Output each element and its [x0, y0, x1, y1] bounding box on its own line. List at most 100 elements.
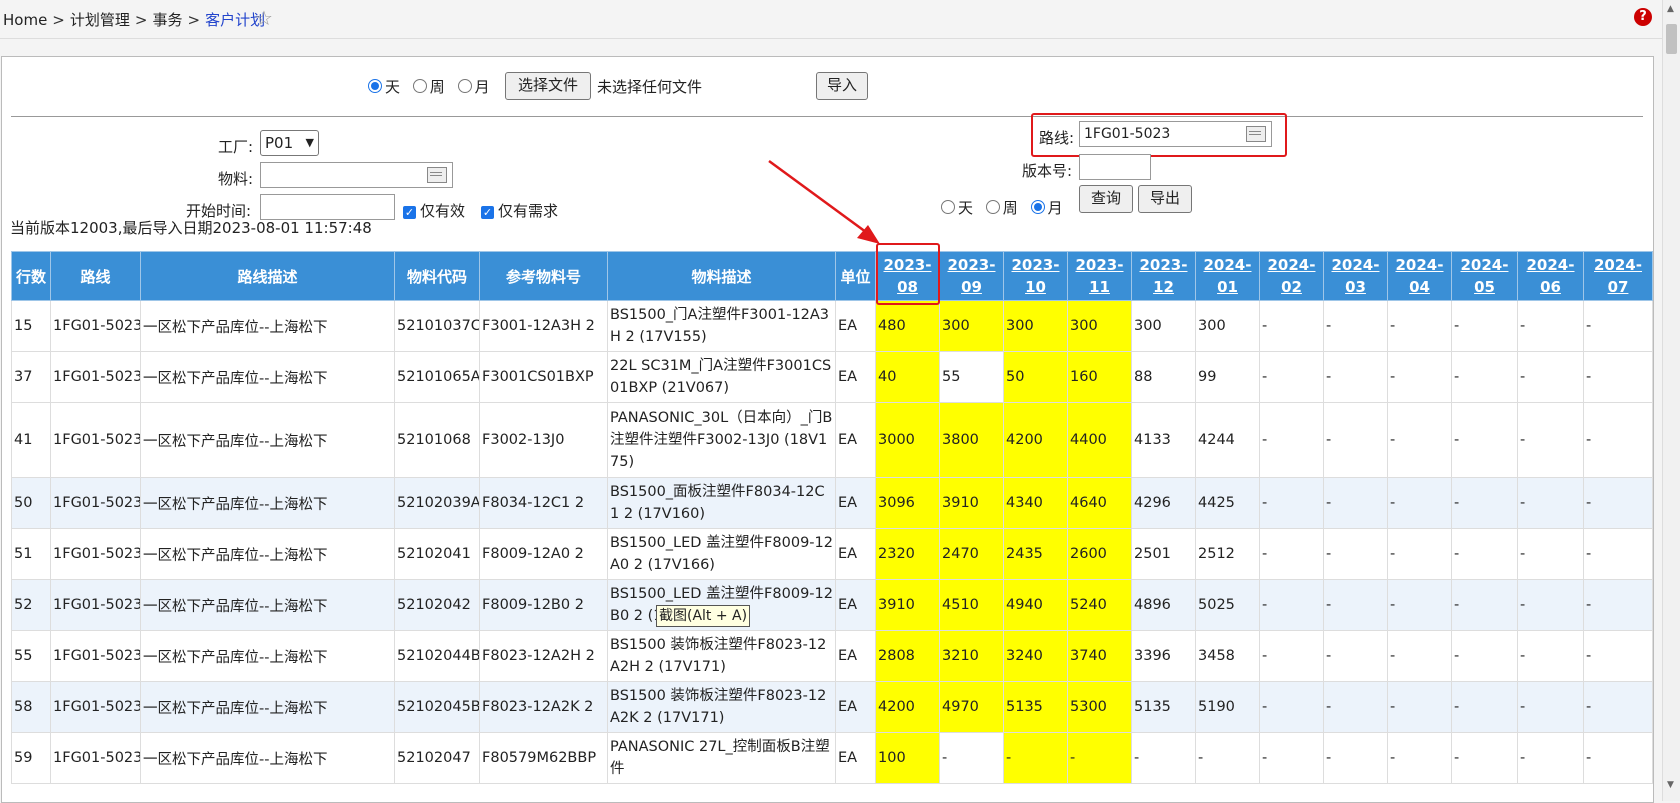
breadcrumb-transactions[interactable]: 事务 — [152, 11, 182, 29]
factory-label: 工厂: — [218, 138, 254, 156]
cell-month-value: 300 — [1067, 300, 1132, 352]
month-sort-link[interactable]: 2024- 02 — [1262, 254, 1321, 298]
month-highlight-box — [876, 243, 940, 305]
lookup-icon[interactable] — [427, 167, 447, 183]
factory-select[interactable]: P01 ▼ — [260, 130, 319, 156]
route-input[interactable]: 1FG01-5023 — [1079, 121, 1272, 147]
table-row[interactable]: 37 1FG01-5023 一区松下产品库位--上海松下 52101065A F3001… — [11, 351, 1653, 403]
month-column-header[interactable]: 2024- 06 — [1517, 251, 1584, 301]
no-file-label: 未选择任何文件 — [597, 78, 703, 96]
choose-file-button[interactable]: 选择文件 — [505, 72, 591, 100]
cell-month-value: - — [1451, 732, 1518, 784]
cell-route: 1FG01-5023 — [50, 300, 141, 352]
cell-ref: F8023-12A2H 2 — [479, 630, 608, 682]
cell-month-value: - — [1067, 732, 1132, 784]
query-button[interactable]: 查询 — [1079, 185, 1133, 213]
month-column-header[interactable]: 2024- 05 — [1451, 251, 1518, 301]
cell-month-value: - — [1259, 681, 1324, 733]
table-row[interactable]: 15 1FG01-5023 一区松下产品库位--上海松下 52101037C F3001… — [11, 300, 1653, 352]
cell-month-value: 5300 — [1067, 681, 1132, 733]
import-radio-week[interactable]: 周 — [412, 78, 445, 96]
month-column-header[interactable]: 2024- 04 — [1387, 251, 1452, 301]
cell-code: 52101068 — [394, 402, 480, 478]
cell-code: 52102041 — [394, 528, 480, 580]
cell-desc: 22L SC31M_门A注塑件F3001CS01BXP (21V067) — [607, 351, 836, 403]
table-row[interactable]: 51 1FG01-5023 一区松下产品库位--上海松下 52102041 F8009-… — [11, 528, 1653, 580]
export-button[interactable]: 导出 — [1138, 185, 1192, 213]
table-row[interactable]: 58 1FG01-5023 一区松下产品库位--上海松下 52102045B F8023… — [11, 681, 1653, 733]
month-sort-link[interactable]: 2024-07 — [1586, 254, 1650, 298]
page-scrollbar[interactable]: ▲ ▼ — [1662, 0, 1680, 801]
table-row[interactable]: 41 1FG01-5023 一区松下产品库位--上海松下 52101068 F3002-… — [11, 402, 1653, 478]
scroll-down-icon[interactable]: ▼ — [1667, 780, 1674, 790]
table-row[interactable]: 59 1FG01-5023 一区松下产品库位--上海松下 52102047 F80579… — [11, 732, 1653, 784]
cell-route-desc: 一区松下产品库位--上海松下 — [140, 477, 395, 529]
month-column-header[interactable]: 2024- 03 — [1323, 251, 1388, 301]
cell-unit: EA — [835, 528, 876, 580]
table-row[interactable]: 55 1FG01-5023 一区松下产品库位--上海松下 52102044B F8023… — [11, 630, 1653, 682]
cell-month-value: 5135 — [1003, 681, 1068, 733]
cell-month-value: - — [1451, 528, 1518, 580]
cell-month-value: 5240 — [1067, 579, 1132, 631]
material-label: 物料: — [218, 170, 254, 188]
demand-only-checkbox[interactable]: ✓ 仅有需求 — [481, 200, 558, 221]
import-button[interactable]: 导入 — [816, 72, 868, 100]
cell-unit: EA — [835, 351, 876, 403]
column-header: 路线 — [50, 251, 141, 301]
month-sort-link[interactable]: 2023- 09 — [942, 254, 1001, 298]
table-row[interactable]: 50 1FG01-5023 一区松下产品库位--上海松下 52102039A F8034… — [11, 477, 1653, 529]
month-sort-link[interactable]: 2024- 04 — [1390, 254, 1449, 298]
cell-desc: BS1500_门A注塑件F3001-12A3H 2 (17V155) — [607, 300, 836, 352]
table-row[interactable]: 52 1FG01-5023 一区松下产品库位--上海松下 52102042 F8009-… — [11, 579, 1653, 631]
plan-table: 行数 路线 路线描述 物料代码 参考物料号 物料描述 单位 2023- 08 2023- 09 202… — [11, 251, 1653, 784]
month-column-header[interactable]: 2024- 02 — [1259, 251, 1324, 301]
favorite-star-icon[interactable]: ☆ — [255, 6, 273, 30]
valid-only-checkbox[interactable]: ✓ 仅有效 — [403, 200, 465, 221]
import-radio-month[interactable]: 月 — [457, 78, 490, 96]
cell-month-value: 160 — [1067, 351, 1132, 403]
month-column-header[interactable]: 2023- 11 — [1067, 251, 1132, 301]
cell-ref: F80579M62BBP — [479, 732, 608, 784]
month-sort-link[interactable]: 2023- 12 — [1134, 254, 1193, 298]
breadcrumb-plan-management[interactable]: 计划管理 — [70, 11, 130, 29]
cell-month-value: 4896 — [1131, 579, 1196, 631]
month-number: 01 — [1217, 278, 1238, 296]
cell-month-value: - — [1451, 477, 1518, 529]
month-column-header[interactable]: 2023- 10 — [1003, 251, 1068, 301]
month-sort-link[interactable]: 2024- 01 — [1198, 254, 1257, 298]
cell-ref: F3002-13J0 — [479, 402, 608, 478]
cell-ref: F3001-12A3H 2 — [479, 300, 608, 352]
cell-route-desc: 一区松下产品库位--上海松下 — [140, 300, 395, 352]
month-sort-link[interactable]: 2024- 06 — [1520, 254, 1581, 298]
month-sort-link[interactable]: 2023- 10 — [1006, 254, 1065, 298]
cell-month-value: - — [1517, 528, 1584, 580]
breadcrumb-home[interactable]: Home — [3, 11, 47, 29]
import-radio-day[interactable]: 天 — [368, 78, 400, 96]
cell-month-value: - — [1323, 732, 1388, 784]
version-input[interactable] — [1079, 154, 1151, 180]
month-sort-link[interactable]: 2024- 05 — [1454, 254, 1515, 298]
cell-month-value: 2320 — [875, 528, 940, 580]
checkbox-checked-icon: ✓ — [481, 206, 494, 219]
period-radio-day[interactable]: 天 — [941, 199, 973, 217]
help-icon[interactable]: ? — [1634, 8, 1652, 26]
month-year: 2024- — [1395, 256, 1444, 274]
lookup-icon[interactable] — [1246, 126, 1266, 142]
month-number: 04 — [1409, 278, 1430, 296]
period-radio-month[interactable]: 月 — [1030, 199, 1063, 217]
cell-month-value: 2512 — [1195, 528, 1260, 580]
month-column-header[interactable]: 2023- 12 — [1131, 251, 1196, 301]
scroll-up-icon[interactable]: ▲ — [1667, 4, 1674, 14]
material-input[interactable] — [260, 162, 453, 188]
month-column-header[interactable]: 2023- 09 — [939, 251, 1004, 301]
month-column-header[interactable]: 2024-07 — [1583, 251, 1653, 301]
period-radio-week[interactable]: 周 — [985, 199, 1018, 217]
month-sort-link[interactable]: 2023- 11 — [1070, 254, 1129, 298]
cell-month-value: - — [1583, 402, 1653, 478]
month-column-header[interactable]: 2024- 01 — [1195, 251, 1260, 301]
cell-month-value: - — [1387, 477, 1452, 529]
cell-month-value: - — [1323, 402, 1388, 478]
version-label: 版本号: — [1022, 162, 1073, 180]
scrollbar-thumb[interactable] — [1666, 24, 1677, 54]
month-sort-link[interactable]: 2024- 03 — [1326, 254, 1385, 298]
